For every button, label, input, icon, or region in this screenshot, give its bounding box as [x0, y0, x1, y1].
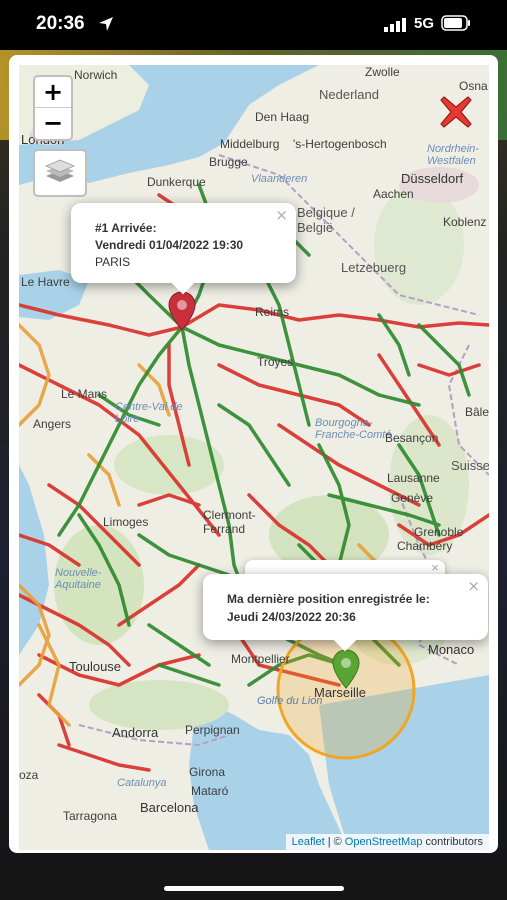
cell-signal-icon: [384, 18, 406, 32]
map-label-city: Grenoble: [414, 525, 464, 539]
map-label-city: Angers: [33, 417, 72, 431]
layers-button[interactable]: [33, 149, 87, 197]
map-label-city: Osna: [459, 79, 488, 93]
map-label-city: Chambéry: [397, 539, 453, 553]
map-label-city: Koblenz: [443, 215, 487, 229]
map-label-city: Clermont-Ferrand: [203, 508, 256, 536]
attribution-suffix: contributors: [425, 836, 483, 848]
popup-datetime: Vendredi 01/04/2022 19:30: [95, 238, 244, 252]
location-arrow-icon: [99, 17, 113, 31]
osm-link[interactable]: OpenStreetMap: [345, 836, 423, 848]
zoom-control: + −: [33, 75, 73, 141]
map-label-city: Reims: [255, 305, 290, 319]
map-label-city: Düsseldorf: [401, 171, 464, 186]
map-label-city: Den Haag: [255, 110, 310, 124]
map-view[interactable]: Norwich Zwolle Osna Nederland London Den…: [19, 65, 489, 850]
home-indicator[interactable]: [164, 886, 344, 891]
map-label-city: Brugge: [209, 155, 248, 169]
map-label-region: Nouvelle-Aquitaine: [55, 567, 102, 591]
map-label-city: Middelburg: [220, 137, 280, 151]
map-label-region: Catalunya: [117, 777, 167, 789]
close-map-icon[interactable]: [439, 95, 473, 129]
map-attribution: Leaflet | © OpenStreetMap contributors: [285, 834, 489, 850]
arrival-marker-icon[interactable]: [168, 291, 196, 331]
map-label-city: Le Mans: [61, 387, 108, 401]
map-label-region: Bourgogne-Franche-Comté: [315, 417, 392, 441]
last-position-marker-icon[interactable]: [332, 649, 360, 689]
network-type: 5G: [414, 15, 435, 32]
attribution-separator: | ©: [327, 836, 342, 848]
map-label-country: Letzebuerg: [341, 260, 407, 275]
map-label-city: Aachen: [373, 187, 414, 201]
map-label-city: oza: [19, 768, 39, 782]
map-label-region: Centre-Val de Loire: [115, 401, 183, 425]
map-label-city: Lausanne: [387, 471, 440, 485]
zoom-out-button[interactable]: −: [35, 108, 71, 138]
popup-close-button[interactable]: ×: [275, 206, 288, 224]
map-label-city: Perpignan: [185, 723, 240, 737]
map-label-city: Dunkerque: [147, 175, 206, 189]
map-label-city: Besançon: [385, 431, 439, 445]
last-position-popup: × Ma dernière position enregistrée le: J…: [203, 574, 488, 652]
map-label-city: Barcelona: [140, 800, 199, 815]
map-label-country: Nederland: [319, 87, 379, 102]
popup-city: PARIS: [95, 255, 131, 269]
map-label-city: Toulouse: [69, 659, 122, 674]
leaflet-link[interactable]: Leaflet: [292, 836, 325, 848]
map-label-country: Suisse: [451, 458, 489, 473]
layers-icon: [45, 159, 75, 182]
map-label-city: Zwolle: [365, 65, 400, 79]
map-label-city: Mataró: [191, 784, 229, 798]
map-label-city: Montpellier: [231, 652, 290, 666]
popup-title: Ma dernière position enregistrée le:: [227, 592, 430, 606]
map-label-region: Nordrhein-Westfalen: [427, 143, 479, 167]
status-time: 20:36: [36, 13, 85, 34]
map-label-city: Le Havre: [21, 275, 70, 289]
map-label-city: Monaco: [428, 642, 475, 657]
map-label-city: Troyes: [257, 355, 294, 369]
map-label-city: Bâle: [465, 405, 489, 419]
popup-title: #1 Arrivée:: [95, 221, 157, 235]
map-label-country: Belgique / België: [297, 205, 355, 235]
map-label-city: Genève: [391, 491, 434, 505]
battery-icon: [441, 15, 470, 31]
map-label-city: Girona: [189, 765, 226, 779]
map-label-city: Norwich: [74, 68, 118, 82]
popup-close-button[interactable]: ×: [467, 577, 480, 595]
map-label-city: Tarragona: [63, 809, 118, 823]
map-label-sea: Golfe du Lion: [257, 695, 323, 707]
map-label-city: Limoges: [103, 515, 149, 529]
map-label-city: 's-Hertogenbosch: [293, 137, 387, 151]
zoom-in-button[interactable]: +: [35, 77, 71, 108]
arrival-popup: × #1 Arrivée: Vendredi 01/04/2022 19:30 …: [71, 203, 296, 295]
map-label-city: Andorra: [112, 725, 159, 740]
map-label-region: Vlaanderen: [251, 173, 308, 185]
status-bar: 20:36 5G: [0, 0, 507, 50]
popup-close-button[interactable]: ×: [431, 560, 439, 575]
popup-datetime: Jeudi 24/03/2022 20:36: [227, 610, 356, 624]
